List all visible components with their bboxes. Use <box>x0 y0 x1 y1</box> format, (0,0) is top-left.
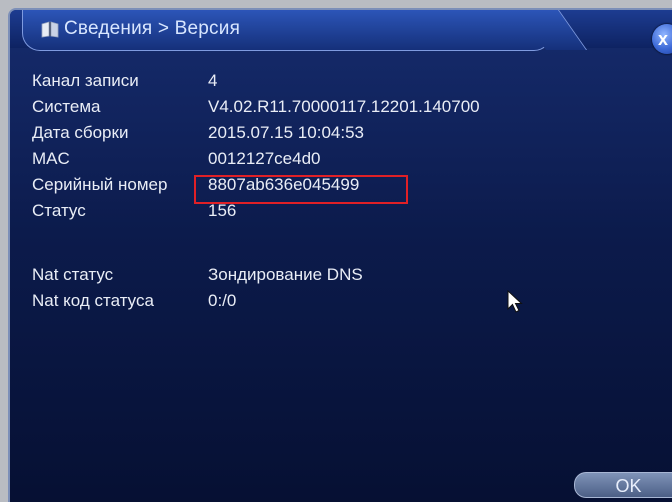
nat-row-status: Nat статус Зондирование DNS <box>20 262 640 288</box>
info-label: Статус <box>32 201 86 220</box>
serial-number-highlight <box>194 175 408 204</box>
info-panel: Канал записи 4 Система V4.02.R11.7000011… <box>20 52 672 492</box>
info-book-icon <box>41 21 59 38</box>
nat-label: Nat код статуса <box>32 291 154 310</box>
close-button[interactable]: x <box>652 24 672 54</box>
info-value: 0012127ce4d0 <box>208 149 321 168</box>
title-bar: Сведения > Версия <box>10 10 672 51</box>
nat-value: 0:/0 <box>208 291 237 310</box>
nat-label: Nat статус <box>32 265 114 284</box>
ok-button[interactable]: OK <box>574 472 672 498</box>
title-tab-notch <box>517 10 588 50</box>
version-info-window: Сведения > Версия x Канал записи 4 Систе… <box>8 8 672 502</box>
info-label: MAC <box>32 149 70 168</box>
info-value: 2015.07.15 10:04:53 <box>208 123 364 142</box>
info-label: Система <box>32 97 101 116</box>
info-value: V4.02.R11.70000117.12201.140700 <box>208 97 480 116</box>
info-row-channel: Канал записи 4 <box>20 68 640 94</box>
breadcrumb: Сведения > Версия <box>64 18 241 39</box>
info-label: Серийный номер <box>32 175 168 194</box>
info-row-system: Система V4.02.R11.70000117.12201.140700 <box>20 94 640 120</box>
info-label: Канал записи <box>32 71 139 90</box>
mouse-cursor-icon <box>507 290 523 313</box>
info-row-build-date: Дата сборки 2015.07.15 10:04:53 <box>20 120 640 146</box>
info-row-mac: MAC 0012127ce4d0 <box>20 146 640 172</box>
nat-value: Зондирование DNS <box>208 265 363 284</box>
info-label: Дата сборки <box>32 123 129 142</box>
nat-row-code: Nat код статуса 0:/0 <box>20 288 640 314</box>
info-value: 4 <box>208 71 218 90</box>
